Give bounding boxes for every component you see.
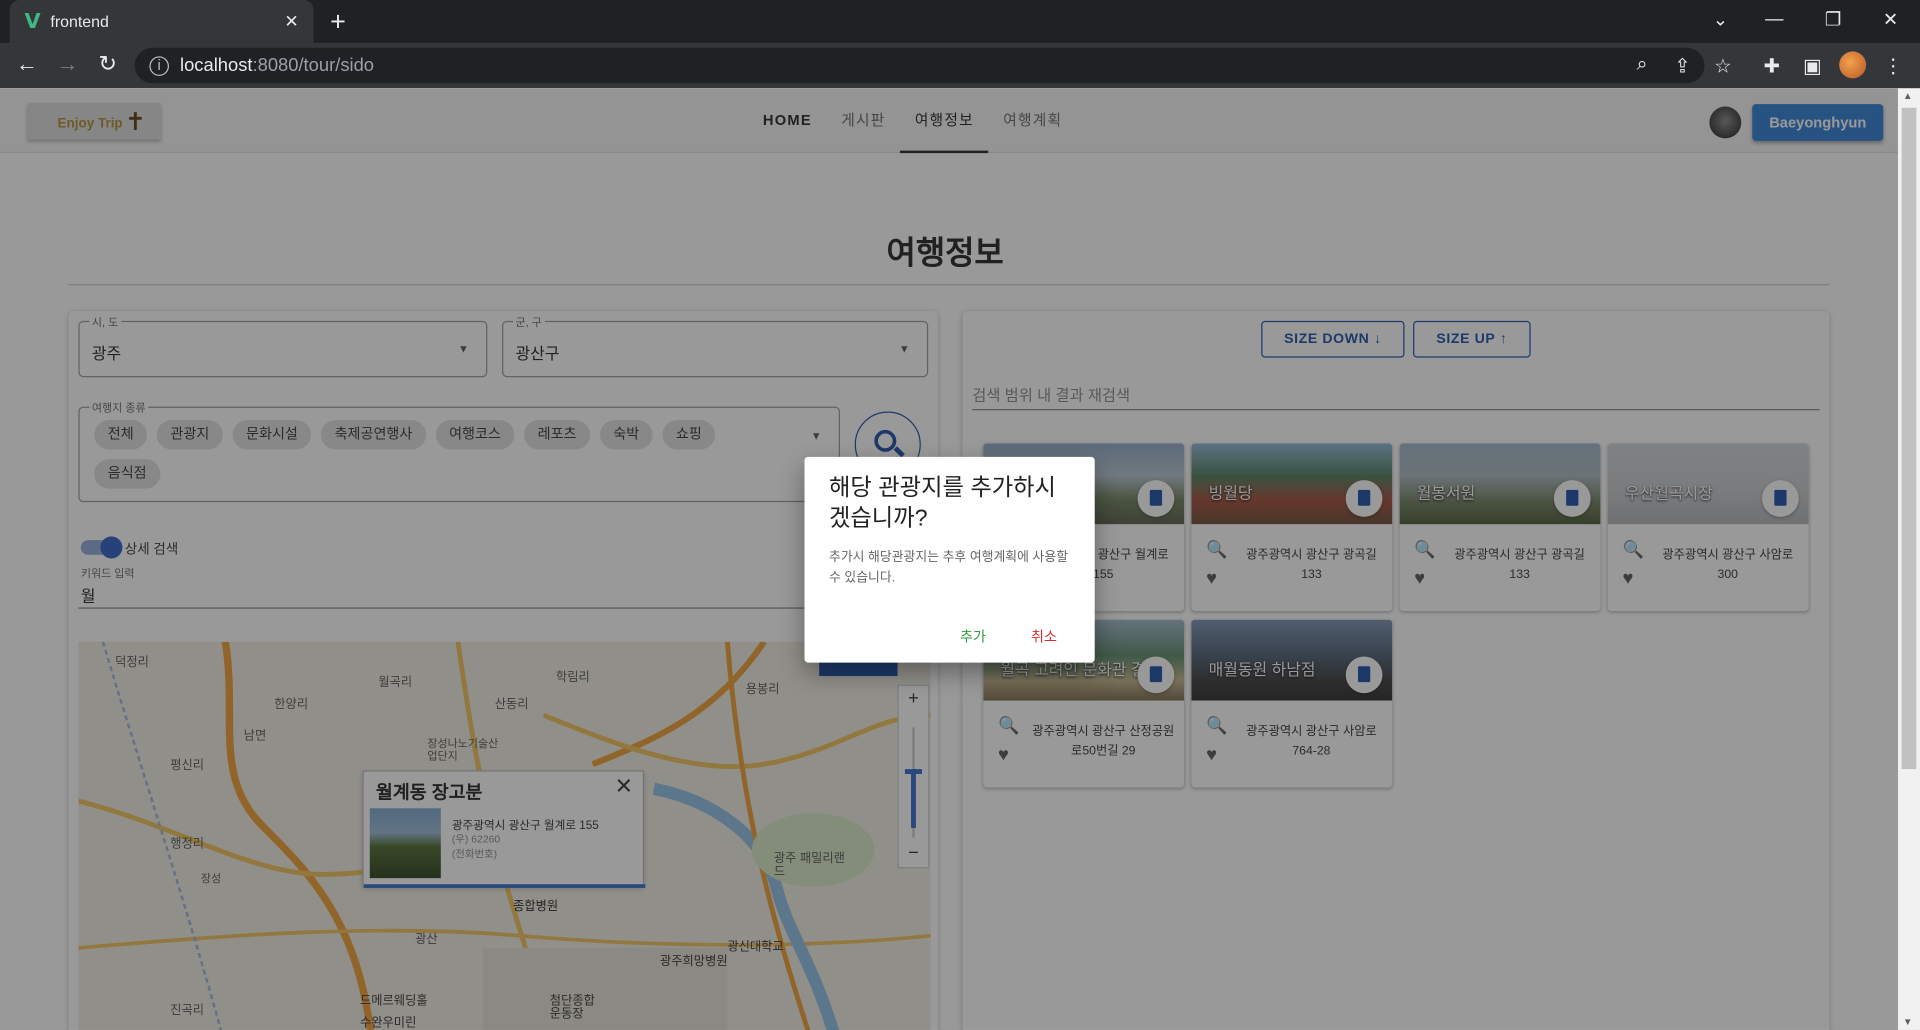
- site-info-icon[interactable]: i: [149, 55, 169, 76]
- confirm-button[interactable]: 추가: [960, 627, 986, 647]
- bookmark-star-icon[interactable]: ☆: [1709, 54, 1736, 78]
- dialog-title: 해당 관광지를 추가하시겠습니까?: [828, 475, 1056, 532]
- url-field[interactable]: i localhost:8080/tour/sido: [134, 47, 1705, 84]
- new-tab-icon[interactable]: +: [323, 6, 352, 38]
- tab-close-icon[interactable]: ✕: [284, 11, 298, 32]
- back-icon[interactable]: ←: [12, 51, 41, 77]
- add-confirm-dialog: 해당 관광지를 추가하시겠습니까? 추가시 해당관광지는 추후 여행계획에 사용…: [804, 456, 1095, 663]
- share-icon[interactable]: ⇪: [1669, 54, 1696, 78]
- zoom-icon[interactable]: ⌕: [1629, 54, 1656, 76]
- address-bar-row: ← → ↻ i localhost:8080/tour/sido ⌕ ⇪ ☆ ✚…: [0, 42, 1920, 89]
- browser-tab[interactable]: V frontend ✕: [9, 0, 314, 43]
- vue-logo-icon: V: [24, 9, 41, 34]
- scroll-down-icon[interactable]: ▼: [1903, 1017, 1913, 1028]
- reload-icon[interactable]: ↻: [93, 51, 122, 77]
- scroll-thumb[interactable]: [1901, 107, 1917, 770]
- restore-icon[interactable]: ❐: [1815, 9, 1852, 31]
- dialog-text: 추가시 해당관광지는 추후 여행계획에 사용할 수 있습니다.: [828, 549, 1069, 586]
- profile-avatar[interactable]: [1839, 51, 1867, 79]
- tab-title: frontend: [50, 12, 109, 31]
- forward-icon[interactable]: →: [53, 51, 82, 77]
- url-host: localhost: [180, 55, 253, 76]
- page-scrollbar[interactable]: ▲ ▼: [1897, 88, 1920, 1030]
- tab-search-icon[interactable]: ⌄: [1702, 9, 1739, 31]
- minimize-icon[interactable]: —: [1756, 9, 1793, 30]
- url-path: :8080/tour/sido: [252, 55, 375, 76]
- browser-tabbar: V frontend ✕ + ⌄ — ❐ ✕: [0, 0, 1920, 43]
- window-close-icon[interactable]: ✕: [1872, 9, 1909, 31]
- page: Enjoy Trip ✝ HOME 게시판 여행정보 여행계획 Baeyongh…: [0, 88, 1898, 1030]
- cancel-button[interactable]: 취소: [1031, 627, 1057, 647]
- scroll-up-icon[interactable]: ▲: [1903, 91, 1913, 102]
- extensions-icon[interactable]: ✚: [1758, 54, 1785, 78]
- menu-icon[interactable]: ⋮: [1880, 54, 1907, 78]
- side-panel-icon[interactable]: ▣: [1799, 54, 1826, 78]
